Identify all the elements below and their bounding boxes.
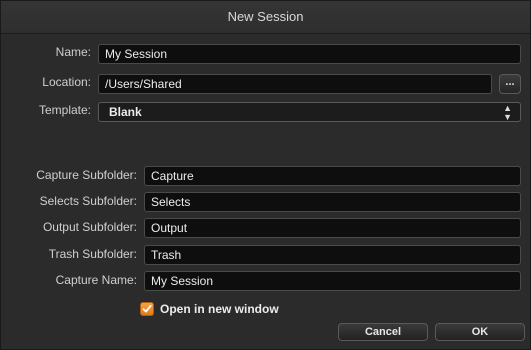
location-label: Location: [42,75,91,89]
trash-subfolder-label: Trash Subfolder: [48,247,137,261]
open-new-window-checkbox[interactable] [140,302,154,316]
template-label: Template: [38,103,91,117]
browse-button[interactable]: ... [499,74,521,94]
title-bar: New Session [1,1,530,34]
template-select[interactable]: Blank ▲ ▼ [98,102,521,122]
capture-name-label: Capture Name: [55,273,137,287]
capture-name-field[interactable]: My Session [144,271,521,291]
selects-subfolder-label: Selects Subfolder: [39,194,137,208]
ok-button[interactable]: OK [435,323,525,341]
name-field[interactable]: My Session [98,44,521,64]
dialog-title: New Session [227,9,304,24]
up-down-arrows-icon: ▲ ▼ [503,103,512,122]
new-session-dialog: New Session Name: My Session Location: /… [0,0,531,350]
template-select-value: Blank [109,105,142,119]
capture-subfolder-field[interactable]: Capture [144,166,521,186]
name-label: Name: [55,45,91,59]
open-new-window-label[interactable]: Open in new window [160,302,279,316]
location-field[interactable]: /Users/Shared [98,74,492,94]
selects-subfolder-field[interactable]: Selects [144,192,521,212]
cancel-button[interactable]: Cancel [338,323,428,341]
output-subfolder-label: Output Subfolder: [42,220,137,234]
checkmark-icon [142,304,152,313]
capture-subfolder-label: Capture Subfolder: [36,168,137,182]
trash-subfolder-field[interactable]: Trash [144,245,521,265]
output-subfolder-field[interactable]: Output [144,218,521,238]
